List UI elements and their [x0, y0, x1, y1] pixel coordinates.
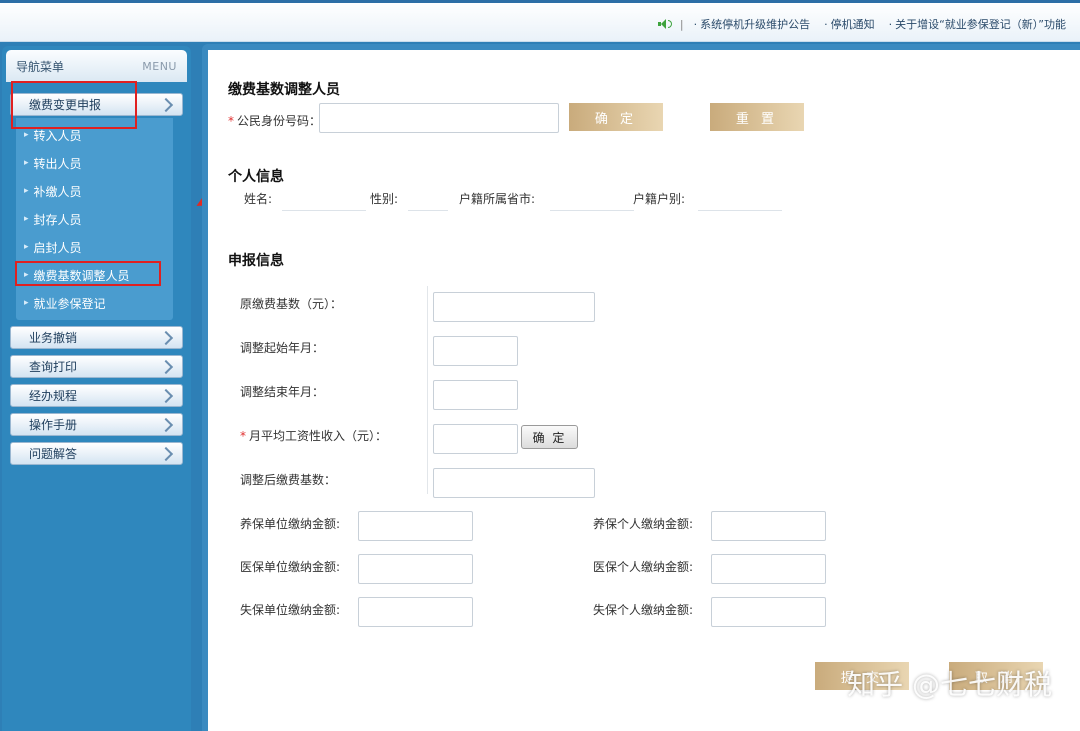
unemployment-unit-label: 失保单位缴纳金额: [240, 603, 341, 617]
menu-group-label: 问题解答 [29, 447, 78, 461]
medical-person-label: 医保个人缴纳金额: [593, 560, 694, 574]
main-content: 缴费基数调整人员 * 公民身份号码： 确 定 重 置 个人信息 姓名: 性别: 户… [202, 44, 1080, 731]
medical-unit-input[interactable] [358, 554, 473, 584]
menu-group-procedures[interactable]: 经办规程 [10, 384, 183, 407]
medical-unit-label: 医保单位缴纳金额: [240, 560, 341, 574]
id-number-label: * 公民身份号码： [228, 112, 321, 129]
report-info-title: 申报信息 [228, 253, 284, 269]
sidebar-item-back-payment[interactable]: ▸ 补缴人员 [24, 180, 164, 202]
pension-unit-label: 养保单位缴纳金额: [240, 517, 341, 531]
province-value [550, 210, 634, 211]
bullet-icon: ▸ [24, 130, 29, 140]
notice-separator: | [679, 17, 684, 31]
chevron-right-icon [160, 389, 174, 403]
menu-group-label: 业务撤销 [29, 331, 78, 345]
gender-value [408, 210, 448, 211]
speaker-icon [657, 18, 674, 30]
hukou-type-value [698, 210, 782, 211]
pension-person-input[interactable] [711, 511, 826, 541]
gender-label: 性别: [370, 192, 399, 206]
chevron-right-icon [160, 360, 174, 374]
bullet-icon: ▸ [24, 214, 29, 224]
sidebar-item-label: 就业参保登记 [33, 296, 106, 311]
watermark: 知乎 @七七财税 [847, 668, 1052, 701]
bullet-icon: ▸ [24, 242, 29, 252]
chevron-right-icon [160, 418, 174, 432]
annotation-highlight-group [11, 81, 137, 129]
required-mark: * [228, 114, 234, 128]
sidebar-item-label: 启封人员 [33, 240, 82, 255]
sidebar-item-sealed[interactable]: ▸ 封存人员 [24, 208, 164, 230]
confirm-button[interactable]: 确 定 [569, 103, 663, 131]
notice-link-shutdown[interactable]: 停机通知 [824, 16, 875, 32]
adjust-end-input[interactable] [433, 380, 518, 410]
required-mark: * [240, 429, 246, 443]
adjust-start-input[interactable] [433, 336, 518, 366]
annotation-highlight-item [15, 261, 161, 286]
adjusted-base-label: 调整后缴费基数： [240, 473, 337, 487]
sidebar-item-unsealed[interactable]: ▸ 启封人员 [24, 236, 164, 258]
id-number-input[interactable] [319, 103, 559, 133]
page-title: 缴费基数调整人员 [228, 82, 340, 98]
sidebar-item-label: 封存人员 [33, 212, 82, 227]
adjusted-base-input[interactable] [433, 468, 595, 498]
form-divider [427, 286, 428, 494]
adjust-start-label: 调整起始年月： [240, 341, 325, 355]
reset-button[interactable]: 重 置 [710, 103, 804, 131]
bullet-icon: ▸ [24, 186, 29, 196]
sidebar-item-employment-registration[interactable]: ▸ 就业参保登记 [24, 292, 164, 314]
province-label: 户籍所属省市: [459, 192, 536, 206]
sidebar-title: 导航菜单 [16, 59, 65, 74]
menu-group-query-print[interactable]: 查询打印 [10, 355, 183, 378]
wage-confirm-button[interactable]: 确 定 [521, 425, 578, 449]
monthly-wage-label: * 月平均工资性收入（元）： [240, 427, 387, 444]
chevron-right-icon [160, 447, 174, 461]
name-label: 姓名: [244, 192, 273, 206]
monthly-wage-label-text: 月平均工资性收入（元）： [249, 429, 388, 443]
submenu-panel: ▸ 转入人员 ▸ 转出人员 ▸ 补缴人员 ▸ 封存人员 ▸ 启封人员 ▸ 缴费基数调整人员 … [16, 118, 173, 320]
hukou-type-label: 户籍户别: [633, 192, 686, 206]
adjust-end-label: 调整结束年月： [240, 385, 325, 399]
menu-group-business-cancel[interactable]: 业务撤销 [10, 326, 183, 349]
name-value [282, 210, 366, 211]
unemployment-unit-input[interactable] [358, 597, 473, 627]
notice-bar: | 系统停机升级维护公告 停机通知 关于增设“就业参保登记（新）”功能 [657, 16, 1080, 32]
menu-group-label: 经办规程 [29, 389, 78, 403]
bullet-icon: ▸ [24, 298, 29, 308]
menu-group-manual[interactable]: 操作手册 [10, 413, 183, 436]
sidebar-item-label: 转入人员 [33, 128, 82, 143]
bullet-icon: ▸ [24, 158, 29, 168]
monthly-wage-input[interactable] [433, 424, 518, 454]
menu-group-label: 操作手册 [29, 418, 78, 432]
medical-person-input[interactable] [711, 554, 826, 584]
sidebar-header: 导航菜单 MENU [6, 50, 187, 82]
menu-group-label: 查询打印 [29, 360, 78, 374]
sidebar-item-label: 补缴人员 [33, 184, 82, 199]
unemployment-person-label: 失保个人缴纳金额: [593, 603, 694, 617]
top-bar: | 系统停机升级维护公告 停机通知 关于增设“就业参保登记（新）”功能 [0, 0, 1080, 42]
unemployment-person-input[interactable] [711, 597, 826, 627]
sidebar-item-label: 转出人员 [33, 156, 82, 171]
sidebar: 导航菜单 MENU 缴费变更申报 ▸ 转入人员 ▸ 转出人员 ▸ 补缴人员 ▸ 封存人员… [2, 46, 191, 731]
chevron-right-icon [160, 331, 174, 345]
pension-person-label: 养保个人缴纳金额: [593, 517, 694, 531]
personal-info-title: 个人信息 [228, 169, 284, 185]
notice-link-new-feature[interactable]: 关于增设“就业参保登记（新）”功能 [889, 16, 1066, 32]
id-number-label-text: 公民身份号码： [237, 114, 322, 128]
chevron-right-icon [160, 98, 174, 112]
original-base-label: 原缴费基数（元）： [240, 297, 343, 311]
original-base-input[interactable] [433, 292, 595, 322]
notice-link-maintenance[interactable]: 系统停机升级维护公告 [694, 16, 810, 32]
sidebar-item-transfer-out[interactable]: ▸ 转出人员 [24, 152, 164, 174]
menu-group-faq[interactable]: 问题解答 [10, 442, 183, 465]
sidebar-menu-label: MENU [142, 59, 177, 73]
pension-unit-input[interactable] [358, 511, 473, 541]
